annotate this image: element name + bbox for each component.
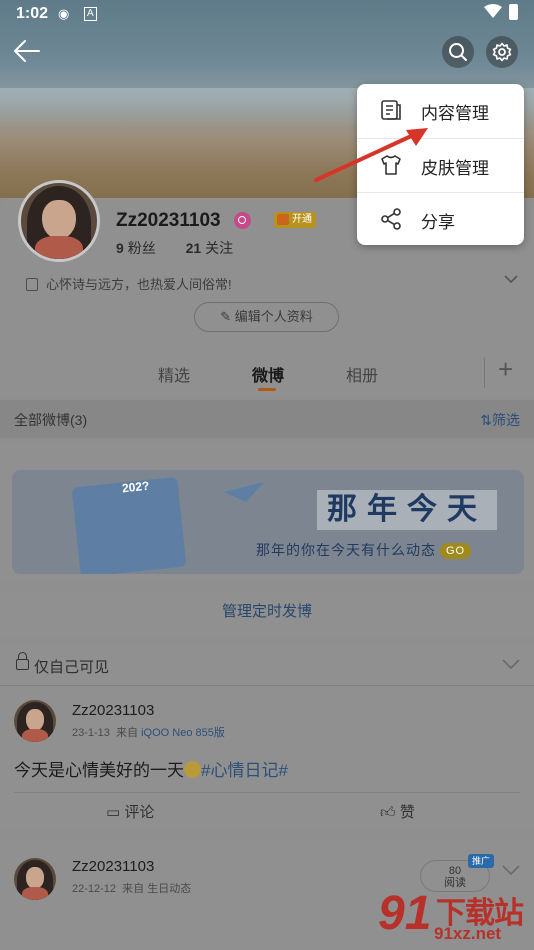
filter-bar: 全部微博(3) ⇅筛选 (0, 400, 534, 438)
weibo-icon: ◉ (58, 6, 70, 21)
tab-divider (484, 358, 485, 388)
watermark-url: 91xz.net (434, 924, 502, 943)
status-time: 1:02 (16, 5, 49, 22)
gear-icon (492, 42, 512, 62)
pencil-icon: ✎ (220, 309, 235, 324)
menu-item-share[interactable]: 分享 (357, 192, 524, 245)
followers-label: 粉丝 (127, 240, 156, 256)
following-label: 关注 (205, 240, 234, 256)
post-meta: 22-12-12 来自 生日动态 (72, 880, 191, 896)
avatar[interactable] (14, 858, 56, 900)
edit-profile-button[interactable]: ✎ 编辑个人资料 (194, 302, 339, 332)
avatar-face (25, 867, 45, 890)
verified-badge-icon[interactable] (234, 212, 251, 229)
add-tab-icon[interactable]: + (498, 354, 513, 385)
username: Zz20231103 (116, 210, 221, 231)
avatar-shirt (34, 236, 84, 259)
banner-subtitle: 那年的你在今天有什么动态 GO (256, 540, 472, 560)
vip-open-badge[interactable]: 开通 (274, 212, 316, 228)
avatar-face (42, 199, 76, 240)
settings-button[interactable] (486, 36, 518, 68)
like-button[interactable]: 👍︎ 赞 (380, 801, 415, 822)
filter-label: 筛选 (492, 412, 520, 428)
post-source[interactable]: iQOO Neo 855版 (141, 727, 225, 739)
chevron-down-icon[interactable] (502, 658, 520, 670)
vip-label: 开通 (292, 214, 312, 225)
post-date: 23-1-13 (72, 727, 110, 739)
edit-profile-label: 编辑个人资料 (234, 309, 313, 324)
avatar[interactable] (18, 180, 100, 262)
paper-plane-icon (224, 482, 264, 502)
private-header: 仅自己可见 (0, 646, 534, 686)
profile-sheet: Zz20231103 开通 9 粉丝 21 关注 心怀诗与远方，也热爱人间俗常! ✎… (0, 180, 534, 950)
avatar-face (25, 709, 45, 732)
status-bar: 1:02 ◉ A (0, 0, 534, 28)
post-author[interactable]: Zz20231103 (72, 702, 154, 719)
chevron-down-icon[interactable] (504, 274, 518, 284)
calendar-year: 202? (121, 478, 151, 496)
followers-count: 9 (116, 240, 124, 256)
share-icon (381, 208, 401, 230)
a-icon: A (84, 7, 97, 21)
post-source: 生日动态 (147, 883, 192, 895)
avatar-shirt (21, 729, 49, 742)
search-button[interactable] (442, 36, 474, 68)
tab-album[interactable]: 相册 (346, 362, 378, 386)
bio-text: 心怀诗与远方，也热爱人间俗常! (46, 277, 232, 292)
followers-link[interactable]: 9 粉丝 (116, 240, 156, 256)
tab-active-indicator (258, 388, 276, 391)
all-posts-count: 全部微博(3) (14, 412, 88, 428)
battery-icon (509, 4, 518, 20)
manage-scheduled-posts-button[interactable]: 管理定时发博 (0, 592, 534, 636)
comment-icon: ▭ (106, 804, 125, 821)
avatar[interactable] (14, 700, 56, 742)
like-label: 赞 (399, 804, 415, 821)
follow-stats: 9 粉丝 21 关注 (116, 238, 233, 258)
tab-featured[interactable]: 精选 (158, 362, 190, 386)
on-this-day-banner[interactable]: ○○○○ 202? 那年今天 那年的你在今天有什么动态GO (12, 470, 524, 574)
comment-button[interactable]: ▭ 评论 (106, 801, 154, 822)
smile-emoji-icon (184, 761, 201, 778)
post-meta: 23-1-13 来自 iQOO Neo 855版 (72, 724, 225, 740)
avatar-shirt (21, 887, 49, 900)
post-text: 今天是心情美好的一天 #心情日记# (14, 756, 288, 781)
post-topic[interactable]: #心情日记# (201, 761, 288, 780)
crown-icon (277, 214, 289, 225)
site-watermark: 91 下载站 91xz.net (378, 886, 534, 950)
watermark-logo: 91 (378, 887, 432, 940)
post-author[interactable]: Zz20231103 (72, 858, 154, 875)
post-card: 仅自己可见 Zz20231103 23-1-13 来自 iQOO Neo 855… (0, 646, 534, 828)
following-link[interactable]: 21 关注 (186, 240, 234, 256)
menu-item-label: 分享 (421, 213, 455, 232)
tab-weibo[interactable]: 微博 (252, 362, 284, 386)
chevron-down-icon[interactable] (502, 864, 520, 876)
private-label: 仅自己可见 (34, 659, 110, 676)
post-source-prefix: 来自 (122, 883, 145, 895)
bio-icon (26, 278, 38, 291)
document-icon (381, 100, 401, 120)
post-source-prefix: 来自 (116, 727, 139, 739)
wifi-icon (484, 4, 502, 18)
bio: 心怀诗与远方，也热爱人间俗常! (26, 274, 232, 293)
post-body: 今天是心情美好的一天 (14, 761, 184, 780)
post-actions: ▭ 评论 👍︎ 赞 (14, 792, 520, 826)
post-date: 22-12-12 (72, 883, 117, 895)
banner-title: 那年今天 (317, 490, 497, 530)
thumbs-up-icon: 👍︎ (380, 804, 400, 821)
lock-icon (16, 652, 29, 670)
annotation-arrow (314, 128, 428, 182)
search-icon (449, 43, 467, 61)
back-arrow-icon[interactable] (12, 38, 42, 64)
filter-button[interactable]: ⇅筛选 (480, 410, 520, 430)
following-count: 21 (185, 240, 202, 256)
calendar-rings: ○○○○ (88, 470, 146, 472)
promote-tag[interactable]: 推广 (468, 854, 495, 868)
banner-subtitle-text: 那年的你在今天有什么动态 (256, 542, 436, 558)
profile-tabs: 精选 微博 相册 + (0, 354, 534, 398)
memories-card: ○○○○ 202? 那年今天 那年的你在今天有什么动态GO (0, 442, 534, 582)
comment-label: 评论 (124, 804, 155, 821)
filter-icon: ⇅ (480, 412, 492, 428)
go-badge[interactable]: GO (440, 543, 472, 559)
